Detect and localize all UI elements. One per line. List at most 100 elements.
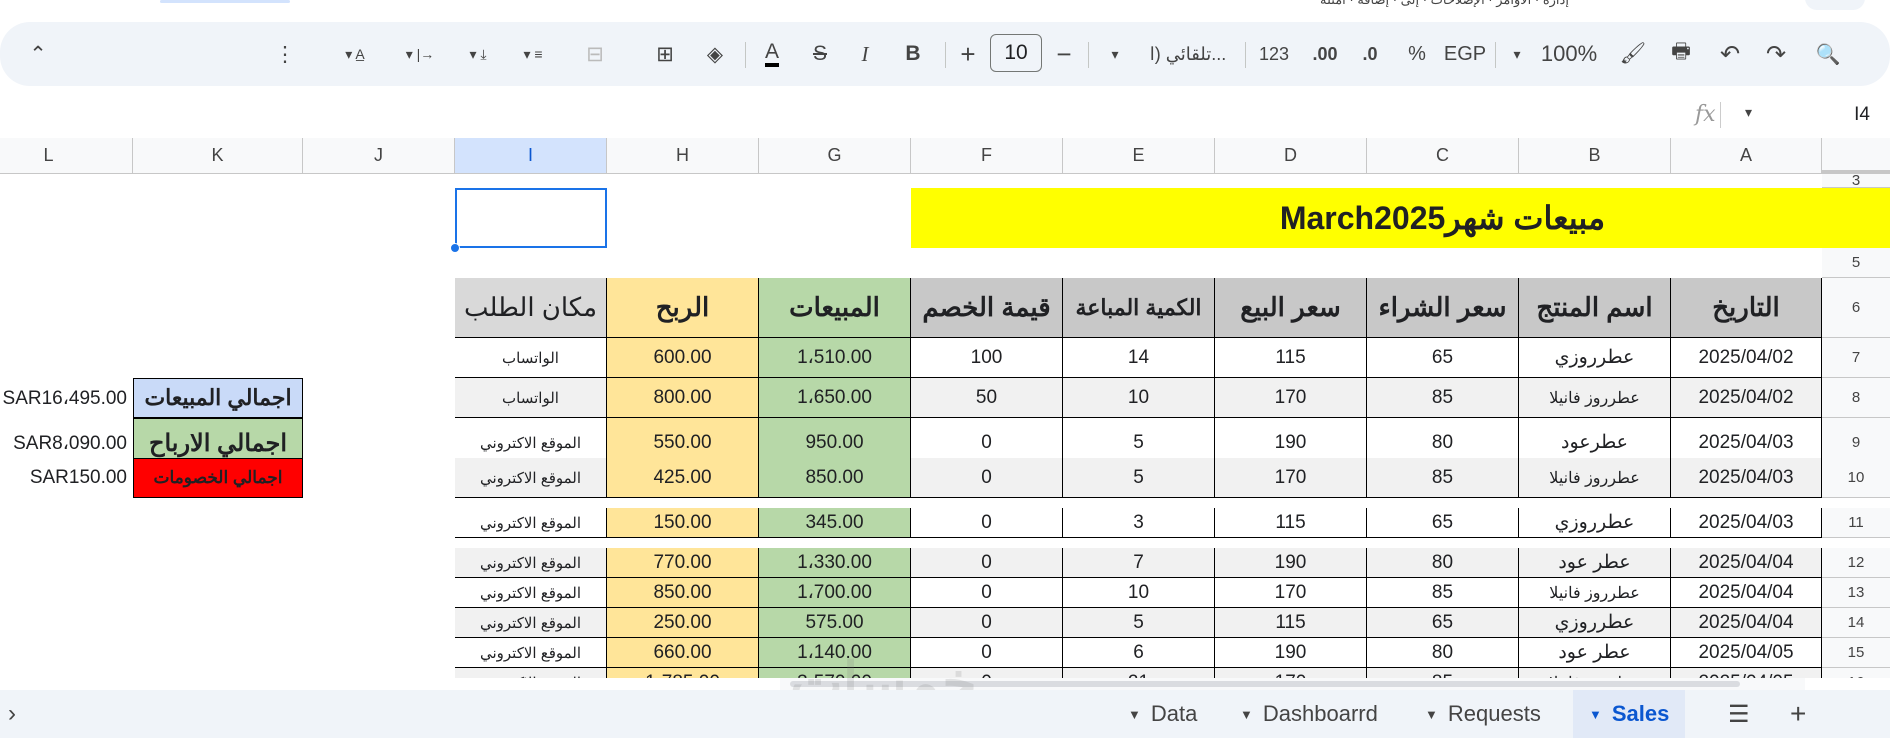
- column-header-g[interactable]: G: [759, 138, 911, 174]
- cell-buy[interactable]: 85: [1367, 578, 1519, 608]
- currency-format-button[interactable]: EGP: [1440, 22, 1490, 86]
- cell-date[interactable]: 2025/04/03: [1671, 458, 1822, 498]
- merge-cells-icon[interactable]: ⊟: [575, 22, 615, 86]
- row-header-12[interactable]: 12: [1822, 548, 1890, 578]
- add-sheet-icon[interactable]: +: [1790, 690, 1806, 738]
- cell-qty[interactable]: 3: [1063, 508, 1215, 538]
- cell-sell[interactable]: 170: [1215, 378, 1367, 418]
- menu-bar[interactable]: إدارة · الأوامر · الإصلاحات · إلى · إضاف…: [1320, 0, 1569, 8]
- cell-profit[interactable]: 1،785.00: [607, 668, 759, 678]
- cell-place[interactable]: الموقع الاكتروني: [455, 638, 607, 668]
- borders-icon[interactable]: ⊞: [645, 22, 685, 86]
- cell-qty[interactable]: 14: [1063, 338, 1215, 378]
- row-header-16[interactable]: 16: [1822, 668, 1890, 678]
- name-box[interactable]: I4: [1854, 104, 1870, 126]
- fill-handle[interactable]: [450, 243, 460, 253]
- cell-discount[interactable]: 0: [911, 508, 1063, 538]
- font-family-select[interactable]: تلقائي (ا...: [1138, 22, 1238, 86]
- cell-buy[interactable]: 65: [1367, 608, 1519, 638]
- redo-icon[interactable]: ↷: [1758, 22, 1794, 86]
- cell-buy[interactable]: 85: [1367, 378, 1519, 418]
- cell-date[interactable]: 2025/04/02: [1671, 338, 1822, 378]
- collapse-sidebar-icon[interactable]: ›: [8, 690, 16, 738]
- cell-product[interactable]: عطرروز فانيلا: [1519, 378, 1671, 418]
- cell-profit[interactable]: 150.00: [607, 508, 759, 538]
- cell-sell[interactable]: 170: [1215, 458, 1367, 498]
- cell-sell[interactable]: 170: [1215, 668, 1367, 678]
- share-button[interactable]: [1805, 0, 1865, 10]
- cell-profit[interactable]: 660.00: [607, 638, 759, 668]
- column-header-i[interactable]: I: [455, 138, 607, 174]
- font-dropdown-arrow[interactable]: ▾: [1100, 22, 1130, 86]
- cell-sell[interactable]: 170: [1215, 578, 1367, 608]
- cell-sales[interactable]: 1،650.00: [759, 378, 911, 418]
- cell-product[interactable]: عطرروزي: [1519, 508, 1671, 538]
- cell-sell[interactable]: 115: [1215, 608, 1367, 638]
- cell-sales[interactable]: 1،700.00: [759, 578, 911, 608]
- selected-cell-i4[interactable]: [455, 188, 607, 248]
- cell-place[interactable]: الموقع الاكتروني: [455, 608, 607, 638]
- spreadsheet-grid[interactable]: ABCDEFGHIJKL345678910111213141516مبيعات …: [0, 138, 1890, 678]
- increase-decimal-button[interactable]: .00: [1305, 22, 1345, 86]
- decrease-font-size-button[interactable]: −: [1046, 22, 1082, 86]
- cell-date[interactable]: 2025/04/05: [1671, 668, 1822, 678]
- tab-sales[interactable]: ▼ Sales: [1573, 690, 1686, 738]
- cell-sales[interactable]: 1،330.00: [759, 548, 911, 578]
- cell-qty[interactable]: 6: [1063, 638, 1215, 668]
- row-header-13[interactable]: 13: [1822, 578, 1890, 608]
- text-color-icon[interactable]: A: [752, 22, 792, 86]
- cell-qty[interactable]: 7: [1063, 548, 1215, 578]
- cell-date[interactable]: 2025/04/04: [1671, 608, 1822, 638]
- text-wrap-icon[interactable]: ▾ |→: [390, 22, 450, 86]
- cell-buy[interactable]: 85: [1367, 668, 1519, 678]
- cell-discount[interactable]: 0: [911, 548, 1063, 578]
- print-icon[interactable]: 🖶: [1663, 22, 1699, 86]
- horizontal-align-icon[interactable]: ▾ ≡: [508, 22, 558, 86]
- cell-place[interactable]: الواتساب: [455, 378, 607, 418]
- italic-icon[interactable]: I: [845, 22, 885, 86]
- column-header-a[interactable]: A: [1671, 138, 1822, 174]
- cell-buy[interactable]: 80: [1367, 638, 1519, 668]
- row-header-7[interactable]: 7: [1822, 338, 1890, 378]
- column-header-l[interactable]: L: [0, 138, 133, 174]
- cell-profit[interactable]: 850.00: [607, 578, 759, 608]
- zoom-dropdown-arrow[interactable]: ▾: [1505, 22, 1529, 86]
- cell-product[interactable]: عطرروز فانيلا: [1519, 458, 1671, 498]
- cell-qty[interactable]: 10: [1063, 578, 1215, 608]
- cell-place[interactable]: الواتساب: [455, 338, 607, 378]
- paint-format-icon[interactable]: 🖌: [1615, 22, 1651, 86]
- column-header-c[interactable]: C: [1367, 138, 1519, 174]
- cell-sell[interactable]: 190: [1215, 548, 1367, 578]
- cell-place[interactable]: الموقع الاكتروني: [455, 458, 607, 498]
- cell-product[interactable]: عطرروزي: [1519, 338, 1671, 378]
- cell-sell[interactable]: 190: [1215, 638, 1367, 668]
- cell-discount[interactable]: 100: [911, 338, 1063, 378]
- cell-discount[interactable]: 0: [911, 578, 1063, 608]
- cell-place[interactable]: الموقع الاكتروني: [455, 548, 607, 578]
- cell-sell[interactable]: 115: [1215, 508, 1367, 538]
- cell-qty[interactable]: 21: [1063, 668, 1215, 678]
- cell-qty[interactable]: 10: [1063, 378, 1215, 418]
- cell-place[interactable]: الموقع الاكتروني: [455, 508, 607, 538]
- bold-icon[interactable]: B: [893, 22, 933, 86]
- cell-sales[interactable]: 575.00: [759, 608, 911, 638]
- cell-date[interactable]: 2025/04/04: [1671, 578, 1822, 608]
- cell-product[interactable]: عطر عود: [1519, 638, 1671, 668]
- row-header-3[interactable]: 3: [1822, 172, 1890, 189]
- cell-profit[interactable]: 425.00: [607, 458, 759, 498]
- select-all-corner[interactable]: [1822, 138, 1890, 174]
- cell-sell[interactable]: 115: [1215, 338, 1367, 378]
- row-header-10[interactable]: 10: [1822, 458, 1890, 498]
- cell-date[interactable]: 2025/04/02: [1671, 378, 1822, 418]
- tab-data[interactable]: ▼ Data: [1128, 690, 1197, 738]
- tab-dashboard[interactable]: ▼ Dashboarrd: [1240, 690, 1378, 738]
- cell-sales[interactable]: 345.00: [759, 508, 911, 538]
- cell-product[interactable]: عطرروز فانيلا: [1519, 668, 1671, 678]
- more-options-icon[interactable]: ⋮: [270, 22, 300, 86]
- row-header-8[interactable]: 8: [1822, 378, 1890, 418]
- column-header-b[interactable]: B: [1519, 138, 1671, 174]
- strikethrough-icon[interactable]: S: [800, 22, 840, 86]
- cell-profit[interactable]: 600.00: [607, 338, 759, 378]
- column-header-d[interactable]: D: [1215, 138, 1367, 174]
- all-sheets-icon[interactable]: ☰: [1728, 690, 1750, 738]
